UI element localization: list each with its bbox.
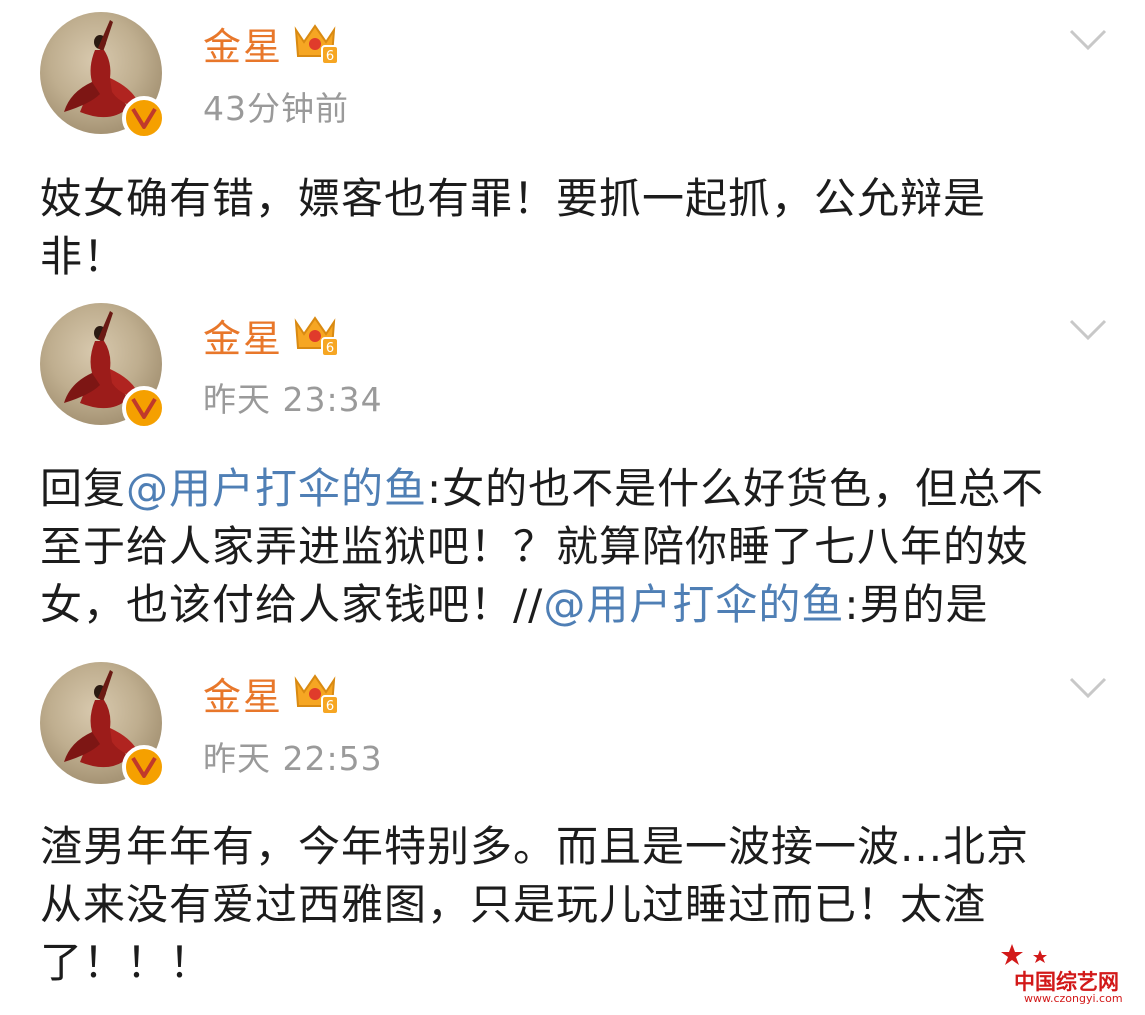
watermark-url: www.czongyi.com bbox=[1024, 992, 1123, 1005]
text-line: 非！ bbox=[40, 232, 127, 281]
author-name[interactable]: 金星 bbox=[203, 678, 283, 716]
text-line: 妓女确有错，嫖客也有罪！要抓一起抓，公允辩是 bbox=[40, 174, 987, 223]
chevron-down-icon[interactable] bbox=[1068, 28, 1108, 52]
post-text: 渣男年年有，今年特别多。而且是一波接一波...北京 从来没有爱过西雅图，只是玩儿… bbox=[40, 818, 1120, 992]
vip-crown-icon: 6 bbox=[294, 316, 339, 357]
verified-icon bbox=[122, 386, 166, 430]
chevron-down-icon[interactable] bbox=[1068, 318, 1108, 342]
post-text: 妓女确有错，嫖客也有罪！要抓一起抓，公允辩是 非！ bbox=[40, 170, 1120, 286]
verified-icon bbox=[122, 96, 166, 140]
author-name[interactable]: 金星 bbox=[203, 28, 283, 66]
reply-prefix: 回复 bbox=[40, 464, 127, 513]
text-line: 女，也该付给人家钱吧！//@用户打伞的鱼:男的是 bbox=[40, 576, 1120, 634]
text-line: 至于给人家弄进监狱吧！？就算陪你睡了七八年的妓 bbox=[40, 522, 1030, 571]
text-span: :男的是 bbox=[844, 580, 989, 629]
svg-text:6: 6 bbox=[326, 699, 334, 714]
text-line: 渣男年年有，今年特别多。而且是一波接一波...北京 bbox=[40, 822, 1030, 871]
site-watermark: 中国综艺网 www.czongyi.com bbox=[1000, 940, 1135, 1006]
vip-crown-icon: 6 bbox=[294, 674, 339, 715]
svg-text:6: 6 bbox=[326, 49, 334, 64]
post-time: 昨天 23:34 bbox=[203, 380, 383, 419]
verified-icon bbox=[122, 745, 166, 789]
text-line: 了！！！ bbox=[40, 938, 213, 987]
author-name[interactable]: 金星 bbox=[203, 320, 283, 358]
svg-text:6: 6 bbox=[326, 341, 334, 356]
mention-link[interactable]: @用户打伞的鱼 bbox=[126, 464, 427, 513]
post-text: 回复@用户打伞的鱼:女的也不是什么好货色，但总不 至于给人家弄进监狱吧！？就算陪… bbox=[40, 460, 1120, 634]
text-span: 女，也该付给人家钱吧！// bbox=[40, 580, 544, 629]
text-span: :女的也不是什么好货色，但总不 bbox=[427, 464, 1045, 513]
vip-crown-icon: 6 bbox=[294, 24, 339, 65]
post-time: 昨天 22:53 bbox=[203, 739, 383, 778]
mention-link[interactable]: @用户打伞的鱼 bbox=[543, 580, 844, 629]
text-line: 回复@用户打伞的鱼:女的也不是什么好货色，但总不 bbox=[40, 460, 1120, 518]
chevron-down-icon[interactable] bbox=[1068, 676, 1108, 700]
text-line: 从来没有爱过西雅图，只是玩儿过睡过而已！太渣 bbox=[40, 880, 987, 929]
post-time: 43分钟前 bbox=[203, 89, 349, 128]
